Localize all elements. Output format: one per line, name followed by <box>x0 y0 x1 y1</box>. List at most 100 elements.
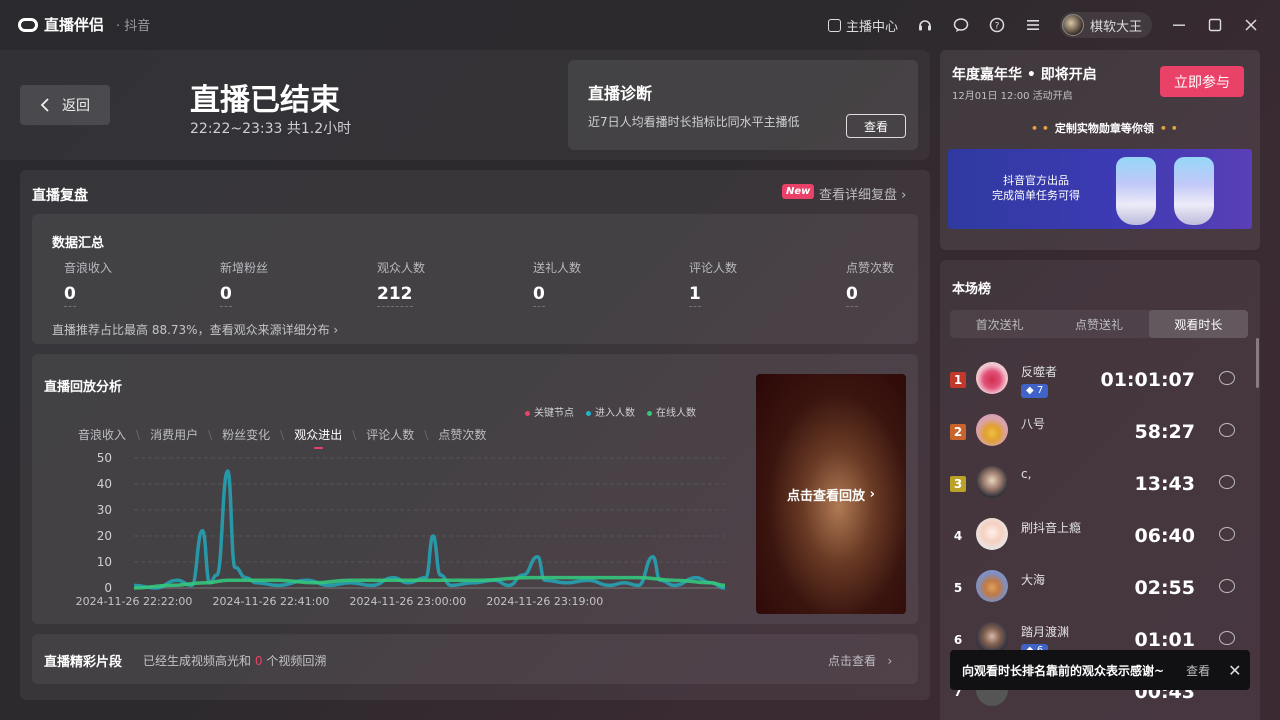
title-bar: 直播伴侣 · 抖音 主播中心 ? 棋软大王 <box>0 0 1280 50</box>
watch-time: 06:40 <box>1134 525 1195 547</box>
dots-icon: • • <box>1031 122 1049 135</box>
back-button[interactable]: 返回 <box>20 85 110 125</box>
y-tick-label: 40 <box>97 477 112 491</box>
toast-view-link[interactable]: 查看 <box>1186 662 1210 679</box>
chat-bubble-icon[interactable] <box>1219 475 1235 489</box>
metric-viewers[interactable]: 观众人数 212 <box>377 259 425 307</box>
ranking-tabs: 首次送礼 点赞送礼 观看时长 <box>950 310 1248 338</box>
promo-banner-line2: 完成简单任务可得 <box>992 189 1080 202</box>
close-icon[interactable]: ✕ <box>1228 661 1241 680</box>
avatar <box>976 362 1008 394</box>
avatar <box>1061 14 1084 36</box>
series-line-entered <box>133 469 726 590</box>
legend-label: 在线人数 <box>656 408 696 419</box>
medal-trophy-icon <box>1116 157 1156 225</box>
list-item[interactable]: 4 刷抖音上瘾 06:40 <box>940 510 1250 562</box>
metric-likes[interactable]: 点赞次数 0 <box>846 259 894 307</box>
tab-separator: \ <box>424 427 429 442</box>
promo-banner-line1: 抖音官方出品 <box>1003 174 1069 187</box>
review-title: 直播复盘 <box>32 188 88 204</box>
tab-watch-time[interactable]: 观看时长 <box>1148 310 1248 338</box>
viewer-name: 大海 <box>1021 573 1046 587</box>
minimize-icon[interactable] <box>1170 16 1188 34</box>
y-tick-label: 0 <box>104 581 112 595</box>
close-icon[interactable] <box>1242 16 1260 34</box>
chevron-right-icon: › <box>865 486 875 502</box>
rank-number: 6 <box>953 633 963 647</box>
rank-number: 4 <box>953 529 963 543</box>
host-center-label: 主播中心 <box>845 19 898 35</box>
tab-likes[interactable]: 点赞次数 <box>438 426 486 443</box>
metric-gift-senders[interactable]: 送礼人数 0 <box>533 259 581 307</box>
menu-icon[interactable] <box>1024 16 1042 34</box>
fan-level-badge: ◆ 7 <box>1021 384 1049 398</box>
maximize-icon[interactable] <box>1206 16 1224 34</box>
logo-icon <box>18 17 38 32</box>
x-tick-label: 2024-11-26 23:19:00 <box>486 595 603 608</box>
viewer-flow-chart: 0 10 20 30 40 50 2024-11-26 22:22:00 2024-11-26… <box>76 451 726 608</box>
audience-source-label: 直播推荐占比最高 88.73%，查看观众来源详细分布 <box>52 323 330 337</box>
ranking-scrollbar[interactable] <box>1256 338 1259 388</box>
rank-number: 5 <box>953 581 963 595</box>
tab-commenters[interactable]: 评论人数 <box>366 426 414 443</box>
avatar <box>976 414 1008 446</box>
app-logo: 直播伴侣 · 抖音 <box>18 14 150 35</box>
list-item[interactable]: 3 c, 13:43 <box>940 458 1250 510</box>
metric-gift-income[interactable]: 音浪收入 0 <box>64 259 112 307</box>
tab-like-gift[interactable]: 点赞送礼 <box>1049 310 1148 338</box>
tab-fan-change[interactable]: 粉丝变化 <box>222 426 270 443</box>
tab-first-gift[interactable]: 首次送礼 <box>950 310 1049 338</box>
y-tick-label: 30 <box>97 503 112 517</box>
promo-date: 12月01日 12:00 活动开启 <box>952 91 1073 102</box>
list-item[interactable]: 5 大海 02:55 <box>940 562 1250 614</box>
diagnosis-view-button[interactable]: 查看 <box>846 114 906 138</box>
tab-gift-income[interactable]: 音浪收入 <box>78 426 126 443</box>
detail-review-link[interactable]: 查看详细复盘 › <box>819 184 906 203</box>
chat-bubble-icon[interactable] <box>1219 423 1235 437</box>
headset-icon[interactable] <box>916 16 934 34</box>
chart-square-icon <box>827 18 841 32</box>
playback-label: 点击查看回放 <box>787 488 866 504</box>
clips-view-link[interactable]: 点击查看 › <box>828 652 892 669</box>
toast-message: 向观看时长排名靠前的观众表示感谢~ <box>962 663 1165 678</box>
chat-bubble-icon[interactable] <box>1219 371 1235 385</box>
chevron-right-icon: › <box>879 654 893 668</box>
viewer-name: c, <box>1021 467 1032 481</box>
medal-trophy-icon <box>1174 157 1214 225</box>
viewer-name: 刷抖音上瘾 <box>1021 521 1082 535</box>
x-tick-label: 2024-11-26 23:00:00 <box>349 595 466 608</box>
metric-label: 新增粉丝 <box>220 261 269 275</box>
audience-source-link[interactable]: 直播推荐占比最高 88.73%，查看观众来源详细分布 › <box>52 321 338 338</box>
tab-paying-users[interactable]: 消费用户 <box>150 426 198 443</box>
playback-thumbnail[interactable]: 点击查看回放 › <box>756 374 906 614</box>
chevron-left-icon <box>40 98 49 112</box>
chat-bubble-icon[interactable] <box>1219 579 1235 593</box>
clips-note: 已经生成视频高光和 0 个视频回溯 <box>143 652 326 669</box>
promo-banner[interactable]: 抖音官方出品 完成简单任务可得 <box>948 149 1252 229</box>
watch-time: 13:43 <box>1134 473 1195 495</box>
live-time-range: 22:22~23:33 共1.2小时 <box>190 121 352 137</box>
join-now-button[interactable]: 立即参与 <box>1160 66 1244 97</box>
metric-commenters[interactable]: 评论人数 1 <box>689 259 737 307</box>
list-item[interactable]: 1 反噬者 ◆ 7 01:01:07 <box>940 354 1250 406</box>
chat-bubble-icon[interactable] <box>1219 527 1235 541</box>
legend-item-online: 在线人数 <box>647 404 696 419</box>
app-platform: · 抖音 <box>116 19 151 34</box>
host-center-link[interactable]: 主播中心 <box>827 16 898 35</box>
viewer-name: 反噬者 <box>1021 365 1058 379</box>
watch-time: 58:27 <box>1134 421 1195 443</box>
metric-new-fans[interactable]: 新增粉丝 0 <box>220 259 268 307</box>
promo-banner-text: 抖音官方出品 完成简单任务可得 <box>976 173 1096 203</box>
legend-label: 进入人数 <box>595 408 635 419</box>
tab-separator: \ <box>208 427 213 442</box>
help-icon[interactable]: ? <box>988 16 1006 34</box>
diagnosis-card: 直播诊断 近7日人均看播时长指标比同水平主播低 查看 <box>568 60 918 150</box>
tab-viewer-flow[interactable]: 观众进出 <box>294 426 342 449</box>
watch-time: 02:55 <box>1134 577 1195 599</box>
legend-dot <box>586 410 591 416</box>
watch-time: 01:01 <box>1134 629 1195 651</box>
user-profile[interactable]: 棋软大王 <box>1059 12 1152 38</box>
message-icon[interactable] <box>952 16 970 34</box>
chat-bubble-icon[interactable] <box>1219 631 1235 645</box>
list-item[interactable]: 2 八号 58:27 <box>940 406 1250 458</box>
